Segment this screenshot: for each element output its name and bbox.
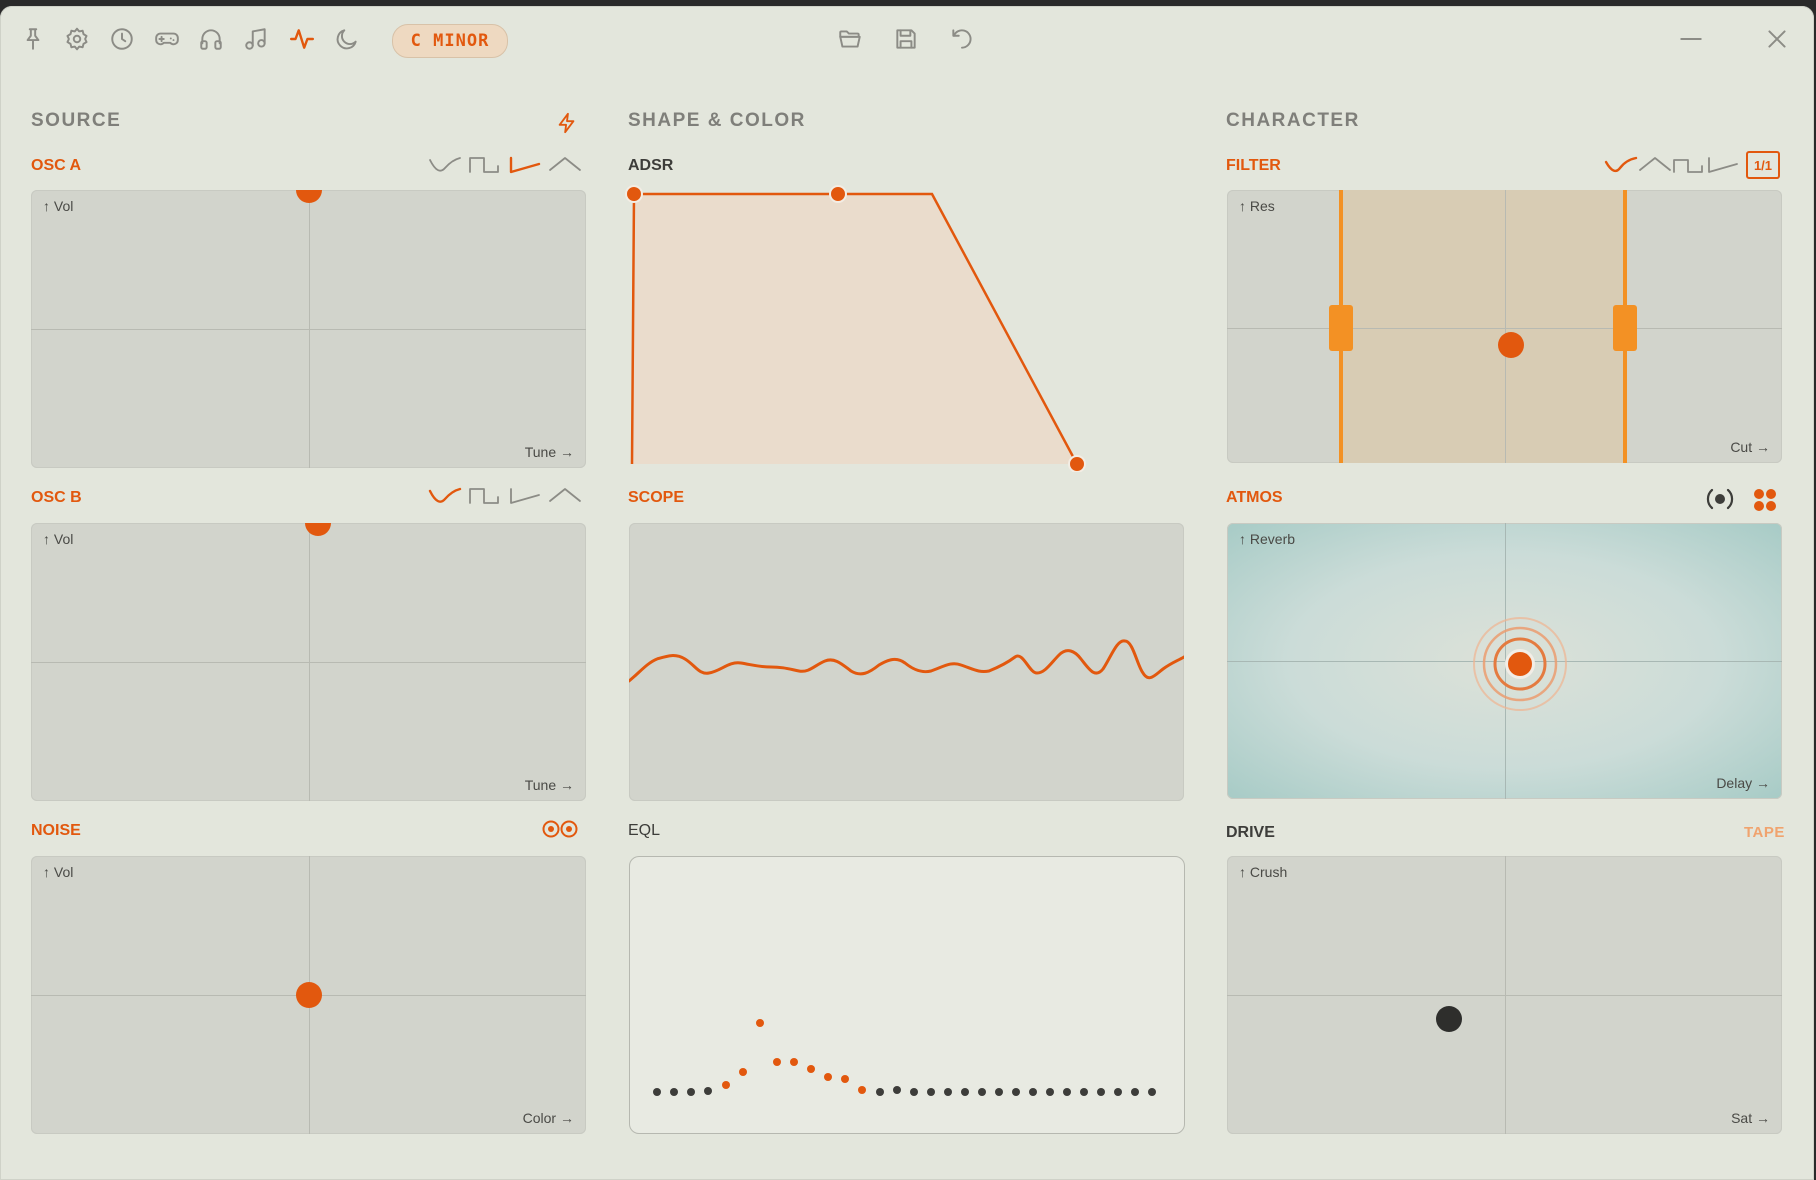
x-axis-label: Color → — [522, 1110, 574, 1126]
noise-xy-pad[interactable]: ↑ Vol Color → — [31, 856, 586, 1134]
triangle-wave-icon[interactable] — [548, 154, 582, 176]
osc-a-handle[interactable] — [296, 190, 322, 203]
stereo-toggle-icon[interactable] — [541, 818, 579, 840]
scope-waveform — [629, 639, 1184, 683]
filter-band — [1340, 190, 1625, 463]
moon-icon[interactable] — [330, 22, 364, 56]
osc-b-xy-pad[interactable]: ↑ Vol Tune → — [31, 523, 586, 801]
key-selector[interactable]: C MINOR — [392, 24, 508, 58]
pad-axis-horizontal — [1227, 328, 1782, 329]
sine-wave-icon[interactable] — [428, 485, 462, 507]
atmos-handle[interactable] — [1505, 649, 1535, 679]
settings-icon[interactable] — [60, 22, 94, 56]
section-title-source: SOURCE — [31, 110, 122, 131]
adsr-fill — [632, 194, 1077, 464]
pad-axis-horizontal — [1227, 995, 1782, 996]
x-axis-label: Tune → — [524, 777, 574, 793]
pad-axis-vertical — [1504, 190, 1506, 463]
y-axis-label: ↑ Vol — [43, 531, 74, 547]
filter-label: FILTER — [1226, 157, 1281, 174]
sine-wave-icon[interactable] — [428, 154, 462, 176]
square-wave-icon[interactable] — [468, 485, 502, 507]
filter-high-handle[interactable] — [1613, 305, 1637, 351]
filter-low-handle[interactable] — [1329, 305, 1353, 351]
scope-display — [629, 523, 1184, 801]
pad-axis-horizontal — [31, 329, 586, 330]
drive-xy-pad[interactable]: ↑ Crush Sat → — [1227, 856, 1782, 1134]
section-title-character: CHARACTER — [1226, 110, 1360, 131]
eql-display[interactable] — [629, 856, 1185, 1134]
section-title-shape: SHAPE & COLOR — [628, 110, 806, 131]
filter-handle[interactable] — [1498, 332, 1524, 358]
saw-wave-icon[interactable] — [508, 154, 542, 176]
lightning-icon[interactable] — [556, 110, 578, 136]
filter-ratio-button[interactable]: 1/1 — [1746, 151, 1780, 179]
headphones-icon[interactable] — [194, 22, 228, 56]
osc-a-xy-pad[interactable]: ↑ Vol Tune → — [31, 190, 586, 468]
osc-a-label: OSC A — [31, 157, 82, 174]
release-handle[interactable] — [1068, 455, 1086, 472]
saw-wave-icon[interactable] — [508, 485, 542, 507]
adsr-envelope-editor[interactable] — [620, 182, 1092, 472]
y-axis-label: ↑ Vol — [43, 864, 74, 880]
atmos-xy-pad[interactable]: ↑ Reverb Delay → — [1227, 523, 1782, 799]
y-axis-label: ↑ Reverb — [1239, 531, 1296, 547]
square-wave-icon[interactable] — [468, 154, 502, 176]
decay-handle[interactable] — [829, 185, 847, 203]
atmos-label: ATMOS — [1226, 489, 1283, 506]
osc-b-wave-selector — [428, 485, 582, 507]
eql-label: EQL — [628, 822, 661, 839]
eql-dots — [653, 1019, 1156, 1096]
music-note-icon[interactable] — [239, 22, 273, 56]
triangle-wave-icon[interactable] — [548, 485, 582, 507]
adsr-label: ADSR — [628, 157, 674, 174]
history-icon[interactable] — [105, 22, 139, 56]
toolbar: C MINOR — [0, 6, 1814, 76]
notch-icon[interactable] — [1672, 154, 1706, 176]
pad-axis-horizontal — [31, 662, 586, 663]
y-axis-label: ↑ Crush — [1239, 864, 1288, 880]
noise-label: NOISE — [31, 822, 81, 839]
open-folder-icon[interactable] — [833, 22, 867, 56]
attack-handle[interactable] — [625, 185, 643, 203]
grid-dots-icon[interactable] — [1752, 487, 1778, 513]
tape-mode-toggle[interactable]: TAPE — [1744, 824, 1785, 841]
x-axis-label: Tune → — [524, 444, 574, 460]
noise-handle[interactable] — [296, 982, 322, 1008]
osc-b-label: OSC B — [31, 489, 82, 506]
bandpass-icon[interactable] — [1638, 154, 1672, 176]
save-icon[interactable] — [889, 22, 923, 56]
undo-icon[interactable] — [945, 22, 979, 56]
lowpass-icon[interactable] — [1604, 154, 1638, 176]
highpass-icon[interactable] — [1706, 154, 1740, 176]
pin-icon[interactable] — [16, 22, 50, 56]
x-axis-label: Cut → — [1730, 439, 1770, 455]
drive-handle[interactable] — [1436, 1006, 1462, 1032]
x-axis-label: Delay → — [1716, 775, 1770, 791]
filter-xy-pad[interactable]: ↑ Res Cut → — [1227, 190, 1782, 463]
radio-waves-icon[interactable] — [1704, 486, 1736, 512]
gamepad-icon[interactable] — [150, 22, 184, 56]
filter-type-selector — [1604, 154, 1740, 176]
scope-label: SCOPE — [628, 489, 685, 506]
minimize-icon[interactable] — [1674, 22, 1708, 56]
drive-label: DRIVE — [1226, 824, 1275, 841]
y-axis-label: ↑ Res — [1239, 198, 1275, 214]
x-axis-label: Sat → — [1731, 1110, 1770, 1126]
osc-a-wave-selector — [428, 154, 582, 176]
activity-icon[interactable] — [285, 22, 319, 56]
synth-window: C MINOR SOURCE SHAPE & COLOR CHARACTER O… — [0, 6, 1814, 1180]
close-icon[interactable] — [1760, 22, 1794, 56]
y-axis-label: ↑ Vol — [43, 198, 74, 214]
